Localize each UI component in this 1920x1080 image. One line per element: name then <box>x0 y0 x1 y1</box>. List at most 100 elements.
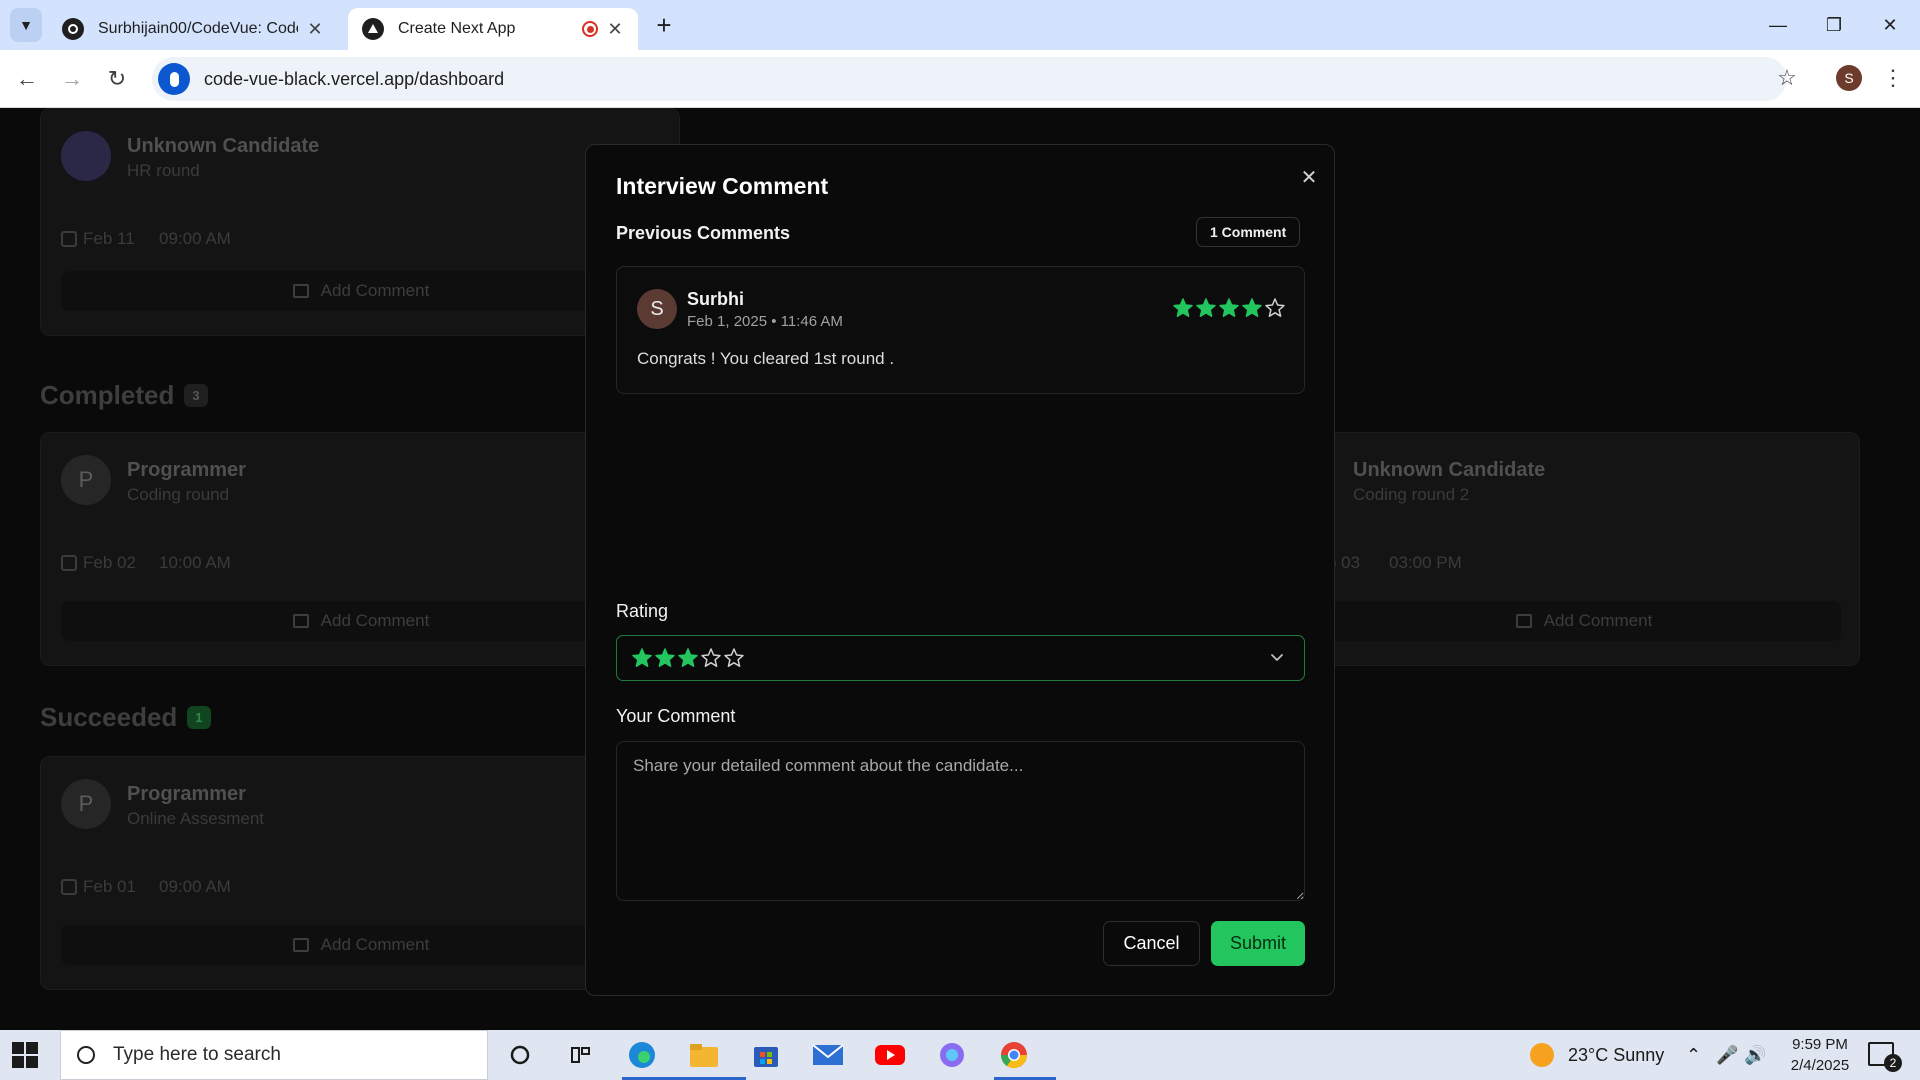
edge-icon[interactable] <box>622 1036 684 1080</box>
add-comment-label: Add Comment <box>320 611 430 630</box>
vercel-icon <box>362 18 384 40</box>
avatar: S <box>637 289 677 329</box>
system-clock[interactable]: 9:59 PM 2/4/2025 <box>1770 1034 1870 1076</box>
comment-textarea[interactable] <box>616 741 1305 901</box>
interview-card: Unknown Candidate Coding round 2 b 03 03… <box>1247 432 1860 666</box>
interview-date: Feb 02 <box>61 553 136 573</box>
microphone-tray-icon[interactable]: 🎤 <box>1716 1030 1738 1080</box>
microphone-icon[interactable] <box>158 63 190 95</box>
your-comment-label: Your Comment <box>616 706 736 726</box>
forward-arrow-icon[interactable]: → <box>56 63 88 95</box>
weather-widget[interactable]: 23°C Sunny <box>1530 1030 1664 1080</box>
completed-section-title: Completed 3 <box>40 380 208 411</box>
count-badge: 1 <box>187 706 211 729</box>
tab-create-next-app[interactable]: Create Next App ✕ <box>348 8 638 50</box>
round-name: Online Assesment <box>127 809 265 828</box>
notification-count-badge: 2 <box>1884 1054 1902 1072</box>
comment-icon <box>292 938 309 952</box>
store-icon[interactable] <box>746 1036 786 1074</box>
add-comment-button[interactable]: Add Comment <box>1327 601 1841 641</box>
recording-icon <box>582 21 598 37</box>
window-close-button[interactable]: ✕ <box>1862 8 1918 42</box>
comment-rating-stars <box>1172 297 1286 319</box>
calendar-icon <box>61 555 77 571</box>
cortana-icon[interactable] <box>500 1036 540 1074</box>
interview-time: 03:00 PM <box>1389 553 1462 573</box>
taskbar-search-box[interactable]: Type here to search <box>60 1030 488 1080</box>
new-tab-button[interactable]: + <box>650 10 678 40</box>
sun-icon <box>1530 1043 1554 1067</box>
github-icon <box>62 18 84 40</box>
search-placeholder: Type here to search <box>113 1044 281 1065</box>
browser-tab-strip: ▼ Surbhijain00/CodeVue: CodeVue ✕ Create… <box>0 0 1920 50</box>
mail-icon[interactable] <box>808 1036 848 1074</box>
windows-taskbar: Type here to search 23°C Sunny ⌃ 🎤 🔊 9:5… <box>0 1030 1920 1080</box>
succeeded-section-title: Succeeded 1 <box>40 702 211 733</box>
selected-rating-stars <box>631 647 745 669</box>
comment-text: Congrats ! You cleared 1st round . <box>637 349 895 368</box>
section-title-text: Completed <box>40 380 175 410</box>
chrome-icon[interactable] <box>994 1036 1056 1080</box>
interview-date: Feb 11 <box>61 229 135 249</box>
minimize-button[interactable]: — <box>1750 8 1806 42</box>
interview-card: P Programmer Coding round Feb 02 10:00 A… <box>40 432 680 666</box>
interview-time: 09:00 AM <box>159 877 231 897</box>
volume-icon[interactable]: 🔊 <box>1744 1030 1766 1080</box>
previous-comments-label: Previous Comments <box>616 223 791 243</box>
add-comment-button[interactable]: Add Comment <box>61 925 661 965</box>
add-comment-button[interactable]: Add Comment <box>61 601 661 641</box>
calendar-icon <box>61 231 77 247</box>
star-empty-icon <box>1265 298 1285 317</box>
submit-button[interactable]: Submit <box>1211 921 1305 966</box>
comment-icon <box>1515 614 1532 628</box>
address-bar[interactable]: code-vue-black.vercel.app/dashboard <box>152 57 1787 101</box>
tab-github[interactable]: Surbhijain00/CodeVue: CodeVue ✕ <box>48 8 338 50</box>
url-text[interactable]: code-vue-black.vercel.app/dashboard <box>204 69 504 90</box>
close-tab-icon[interactable]: ✕ <box>306 19 324 40</box>
avatar: P <box>61 779 111 829</box>
star-filled-icon <box>1173 298 1193 317</box>
file-explorer-icon[interactable] <box>684 1036 746 1080</box>
interview-comment-dialog: ✕ Interview Comment Previous Comments 1 … <box>585 144 1335 996</box>
count-badge: 3 <box>184 384 208 407</box>
comment-date: Feb 1, 2025 • 11:46 AM <box>687 313 843 330</box>
calendar-icon <box>61 879 77 895</box>
comment-count-badge: 1 Comment <box>1196 217 1301 247</box>
time-text: 09:00 AM <box>159 877 231 896</box>
rating-select[interactable] <box>616 635 1305 681</box>
tab-search-button[interactable]: ▼ <box>10 8 42 42</box>
close-icon[interactable]: ✕ <box>1296 165 1322 191</box>
star-filled-icon <box>632 648 652 667</box>
tab-title: Surbhijain00/CodeVue: CodeVue <box>98 20 298 37</box>
time-text: 09:00 AM <box>159 229 231 248</box>
add-comment-label: Add Comment <box>320 281 430 300</box>
restore-button[interactable]: ❐ <box>1806 8 1862 42</box>
tray-chevron-up-icon[interactable]: ⌃ <box>1686 1030 1701 1080</box>
youtube-icon[interactable] <box>870 1036 910 1074</box>
task-view-icon[interactable] <box>560 1036 600 1074</box>
candidate-name: Unknown Candidate <box>127 135 320 157</box>
star-empty-icon <box>701 648 721 667</box>
interview-card: P Programmer Online Assesment Feb 01 09:… <box>40 756 680 990</box>
copilot-icon[interactable] <box>932 1036 972 1074</box>
browser-toolbar: ← → ↻ code-vue-black.vercel.app/dashboar… <box>0 50 1920 108</box>
time-text: 10:00 AM <box>159 553 231 572</box>
round-name: Coding round <box>127 485 230 504</box>
star-empty-icon <box>724 648 744 667</box>
interview-time: 10:00 AM <box>159 553 231 573</box>
previous-comment-card: S Surbhi Feb 1, 2025 • 11:46 AM Congrats… <box>616 266 1305 394</box>
star-filled-icon <box>1196 298 1216 317</box>
date-text: Feb 02 <box>83 553 136 572</box>
cancel-button[interactable]: Cancel <box>1103 921 1200 966</box>
add-comment-button[interactable]: Add Comment <box>61 271 661 311</box>
windows-start-icon[interactable] <box>12 1042 38 1068</box>
tab-title: Create Next App <box>398 20 516 37</box>
back-arrow-icon[interactable]: ← <box>11 63 43 95</box>
profile-avatar[interactable]: S <box>1836 65 1862 91</box>
time-text: 03:00 PM <box>1389 553 1462 572</box>
bookmark-star-icon[interactable]: ☆ <box>1772 63 1802 93</box>
close-tab-icon[interactable]: ✕ <box>606 19 624 40</box>
reload-icon[interactable]: ↻ <box>101 63 133 95</box>
chevron-down-icon <box>1271 654 1283 661</box>
more-menu-icon[interactable]: ⋮ <box>1880 63 1906 93</box>
